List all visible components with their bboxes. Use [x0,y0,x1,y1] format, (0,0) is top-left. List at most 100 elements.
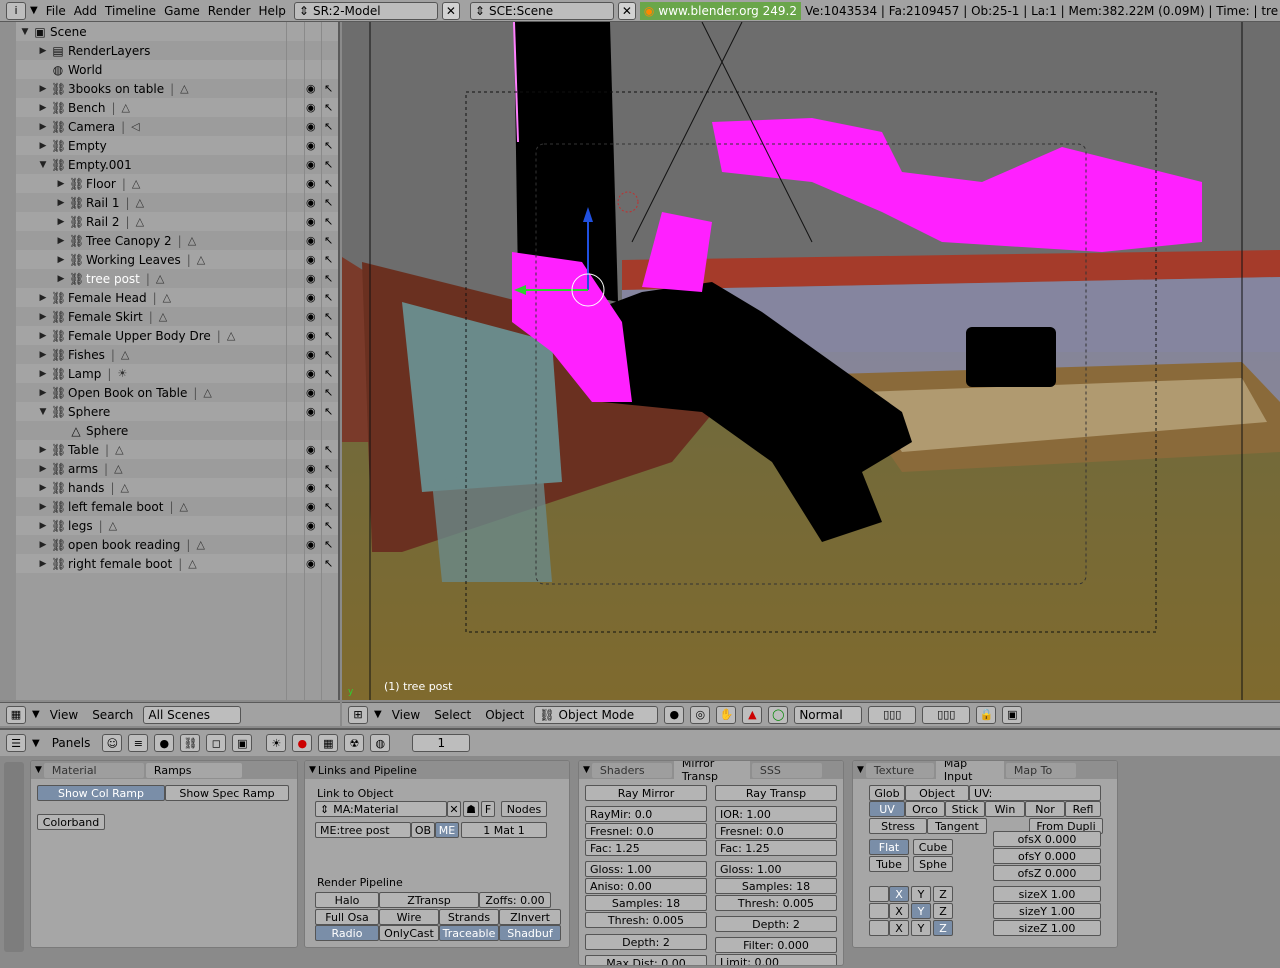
halo-button[interactable]: Halo [315,892,379,908]
proj-x-x[interactable]: X [889,886,909,902]
fac-transp-slider[interactable]: Fac: 1.25 [715,840,837,856]
outliner-row[interactable]: ▶⛓Female Upper Body Dre|△◉↖▣ [16,326,338,345]
proj-x-z[interactable]: Z [933,886,953,902]
mesh-data-icon[interactable]: △ [114,462,122,475]
visibility-eye-icon[interactable]: ◉ [306,101,316,114]
draw-type-icon[interactable]: ● [664,705,685,724]
collapsed-triangle-icon[interactable]: ▶ [38,369,48,379]
outliner-row[interactable]: ▶⛓Open Book on Table|△◉↖▣ [16,383,338,402]
sizex-field[interactable]: sizeX 1.00 [993,886,1101,902]
menu-add[interactable]: Add [74,4,97,18]
tab-texture[interactable]: Texture [865,762,934,778]
mesh-data-icon[interactable]: △ [203,386,211,399]
object-button[interactable]: Object [905,785,969,801]
radio-button[interactable]: Radio [315,925,379,941]
outliner-row[interactable]: ◍ World [16,60,338,79]
search-menu[interactable]: Search [92,708,133,722]
mesh-data-icon[interactable]: △ [188,557,196,570]
tube-button[interactable]: Tube [869,856,909,872]
ray-mirror-button[interactable]: Ray Mirror [585,785,707,801]
mesh-data-icon[interactable]: △ [196,538,204,551]
nodes-button[interactable]: Nodes [501,801,547,817]
proj-z-y[interactable]: Y [911,920,931,936]
tab-map-input[interactable]: Map Input [935,761,1004,784]
panels-menu[interactable]: Panels [52,736,91,750]
world-icon[interactable]: ◍ [370,734,391,752]
ofsx-field[interactable]: ofsX 0.000 [993,831,1101,847]
outliner-row[interactable]: ▶⛓Floor|△◉↖▣ [16,174,338,193]
grab-manipulator-icon[interactable]: ✋ [716,705,737,724]
scene-selector[interactable]: ⇕ SCE:Scene [469,1,614,20]
tab-shaders[interactable]: Shaders [591,762,672,778]
collapsed-triangle-icon[interactable]: ▶ [38,141,48,151]
mesh-data-icon[interactable]: △ [115,443,123,456]
visibility-eye-icon[interactable]: ◉ [306,557,316,570]
collapsed-triangle-icon[interactable]: ▶ [38,502,48,512]
show-col-ramp-button[interactable]: Show Col Ramp [37,785,165,801]
samples-mirror-field[interactable]: Samples: 18 [585,895,707,911]
link-ob-button[interactable]: OB [411,822,435,838]
gloss-transp-slider[interactable]: Gloss: 1.00 [715,861,837,877]
selectability-cursor-icon[interactable]: ↖ [324,500,333,513]
outliner-row[interactable]: ▶⛓Female Head|△◉↖▣ [16,288,338,307]
refl-button[interactable]: Refl [1065,801,1101,817]
selectability-cursor-icon[interactable]: ↖ [324,139,333,152]
selectability-cursor-icon[interactable]: ↖ [324,481,333,494]
mesh-data-icon[interactable]: △ [227,329,235,342]
proj-x-y[interactable]: Y [911,886,931,902]
selectability-cursor-icon[interactable]: ↖ [324,310,333,323]
depth-mirror-field[interactable]: Depth: 2 [585,934,707,950]
delete-scene-button[interactable]: ✕ [617,1,636,20]
mesh-data-icon[interactable]: △ [121,101,129,114]
visibility-eye-icon[interactable]: ◉ [306,500,316,513]
collapsed-triangle-icon[interactable]: ▶ [38,331,48,341]
raymir-slider[interactable]: RayMir: 0.0 [585,806,707,822]
menu-file[interactable]: File [46,4,66,18]
tab-ramps[interactable]: Ramps [145,762,242,778]
orco-button[interactable]: Orco [905,801,945,817]
selectability-cursor-icon[interactable]: ↖ [324,329,333,342]
outliner-row[interactable]: ▶⛓3books on table|△◉↖▣ [16,79,338,98]
collapsed-triangle-icon[interactable]: ▶ [38,84,48,94]
mesh-data-icon[interactable]: △ [163,291,171,304]
collapsed-triangle-icon[interactable]: ▶ [38,521,48,531]
proj-y-y[interactable]: Y [911,903,931,919]
visibility-eye-icon[interactable]: ◉ [306,310,316,323]
mesh-data-icon[interactable]: △ [159,310,167,323]
stick-button[interactable]: Stick [945,801,985,817]
selectability-cursor-icon[interactable]: ↖ [324,386,333,399]
wire-button[interactable]: Wire [379,909,439,925]
lock-layers-icon[interactable]: 🔒 [976,705,997,724]
outliner-row[interactable]: ▼⛓Empty.001◉↖▣ [16,155,338,174]
info-window-icon[interactable]: i [6,1,26,20]
material-field[interactable]: ⇕ MA:Material [315,801,447,817]
selectability-cursor-icon[interactable]: ↖ [324,272,333,285]
mesh-data-icon[interactable]: △ [180,82,188,95]
outliner-row[interactable]: ▶⛓hands|△◉↖▣ [16,478,338,497]
outliner-row[interactable]: ▶⛓Camera|◁◉↖▣ [16,117,338,136]
strands-button[interactable]: Strands [439,909,499,925]
ior-slider[interactable]: IOR: 1.00 [715,806,837,822]
buttons-editor-type-icon[interactable]: ☰ [6,734,26,752]
scene-icon[interactable]: ▣ [232,734,253,752]
outliner-row[interactable]: ▶⛓legs|△◉↖▣ [16,516,338,535]
mesh-data-icon[interactable]: △ [121,348,129,361]
outliner-row[interactable]: ▶⛓Lamp|☀◉↖▣ [16,364,338,383]
outliner-scrollbar[interactable] [0,22,16,700]
visibility-eye-icon[interactable]: ◉ [306,158,316,171]
proj-y-z[interactable]: Z [933,903,953,919]
view-menu[interactable]: View [392,708,420,722]
tab-map-to[interactable]: Map To [1005,762,1076,778]
fresnel-mirror-slider[interactable]: Fresnel: 0.0 [585,823,707,839]
visibility-eye-icon[interactable]: ◉ [306,139,316,152]
zoffs-field[interactable]: Zoffs: 0.00 [479,892,551,908]
selectability-cursor-icon[interactable]: ↖ [324,158,333,171]
fresnel-transp-slider[interactable]: Fresnel: 0.0 [715,823,837,839]
visibility-eye-icon[interactable]: ◉ [306,120,316,133]
mesh-field[interactable]: ME:tree post [315,822,411,838]
pivot-icon[interactable]: ◎ [690,705,711,724]
aniso-slider[interactable]: Aniso: 0.00 [585,878,707,894]
blender-version-link[interactable]: ◉ www.blender.org 249.2 [639,1,801,20]
viewport-editor-type-icon[interactable]: ⊞ [348,705,368,724]
selectability-cursor-icon[interactable]: ↖ [324,462,333,475]
